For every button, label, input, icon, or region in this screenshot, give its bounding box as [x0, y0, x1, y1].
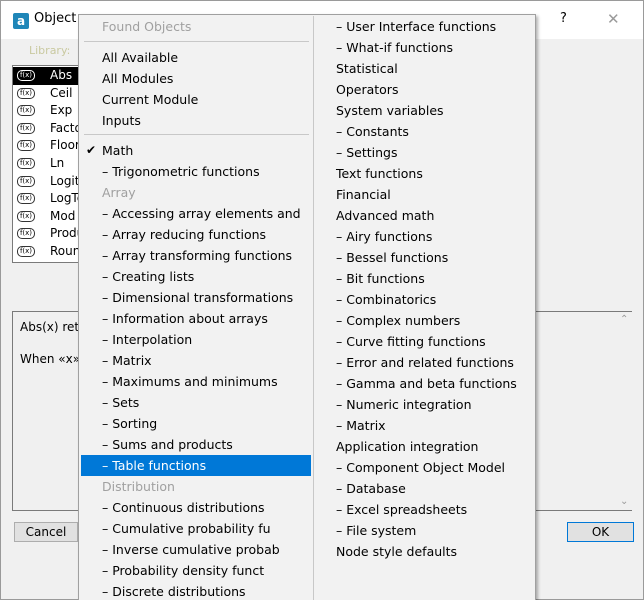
menu-item[interactable]: System variables: [336, 100, 531, 121]
function-name: Ceil: [50, 85, 73, 100]
menu-item[interactable]: – Curve fitting functions: [336, 331, 531, 352]
menu-separator: [84, 41, 309, 42]
function-name: Floor: [50, 138, 80, 153]
menu-item[interactable]: – Gamma and beta functions: [336, 373, 531, 394]
menu-item[interactable]: – Sums and products: [102, 434, 311, 455]
menu-item[interactable]: – Constants: [336, 121, 531, 142]
menu-item[interactable]: – Array transforming functions: [102, 245, 311, 266]
function-list-item[interactable]: f(x) Facto: [13, 120, 82, 138]
menu-column-divider: [313, 16, 314, 600]
menu-item[interactable]: Application integration: [336, 436, 531, 457]
menu-item[interactable]: – Sets: [102, 392, 311, 413]
close-button[interactable]: ✕: [607, 10, 620, 28]
fx-icon: f(x): [17, 246, 35, 257]
menu-item[interactable]: – Discrete distributions: [102, 581, 311, 600]
menu-item[interactable]: – Cumulative probability fu: [102, 518, 311, 539]
menu-item[interactable]: – Accessing array elements and: [102, 203, 311, 224]
menu-item[interactable]: – Table functions: [81, 455, 311, 476]
menu-item[interactable]: Financial: [336, 184, 531, 205]
menu-item[interactable]: – Continuous distributions: [102, 497, 311, 518]
menu-item[interactable]: – Bessel functions: [336, 247, 531, 268]
function-list-item[interactable]: f(x) Ceil: [13, 85, 81, 103]
menu-item[interactable]: – Information about arrays: [102, 308, 311, 329]
menu-item[interactable]: – Array reducing functions: [102, 224, 311, 245]
function-list-item[interactable]: f(x) Abs: [13, 67, 81, 85]
menu-item[interactable]: – Airy functions: [336, 226, 531, 247]
fx-icon: f(x): [17, 122, 35, 134]
function-list-item[interactable]: f(x) Logit: [13, 173, 81, 191]
function-name: Mod: [50, 208, 76, 223]
fx-icon: f(x): [17, 193, 35, 205]
function-list[interactable]: f(x) Abs f(x) Ceil f(x) Exp f(x) Facto f(x) Floor…: [12, 65, 84, 263]
menu-item[interactable]: – Component Object Model: [336, 457, 531, 478]
fx-icon: f(x): [17, 140, 35, 152]
menu-item[interactable]: – Numeric integration: [336, 394, 531, 415]
menu-item[interactable]: – Complex numbers: [336, 310, 531, 331]
menu-item[interactable]: All Modules: [102, 68, 311, 89]
function-name: Roun: [50, 244, 81, 258]
function-name: Ln: [50, 156, 65, 170]
function-list-item[interactable]: f(x) Roun: [13, 243, 81, 261]
checkmark-icon: ✔: [86, 143, 97, 157]
scroll-up-icon[interactable]: ⌃: [620, 314, 628, 325]
menu-item[interactable]: – Matrix: [336, 415, 531, 436]
function-list-item[interactable]: f(x) Exp: [13, 102, 81, 120]
menu-item[interactable]: – Excel spreadsheets: [336, 499, 531, 520]
fx-icon: f(x): [17, 70, 35, 81]
menu-item[interactable]: – Dimensional transformations: [102, 287, 311, 308]
analytica-app-icon: a: [13, 13, 29, 29]
scroll-down-icon[interactable]: ⌄: [620, 496, 628, 507]
fx-icon: f(x): [17, 228, 35, 240]
menu-separator: [84, 134, 309, 135]
menu-item[interactable]: – Bit functions: [336, 268, 531, 289]
menu-header-found-objects: Found Objects: [102, 19, 192, 34]
library-label: Library:: [29, 44, 71, 57]
description-line-1: Abs(x) retu: [20, 320, 87, 334]
menu-group-header: Array: [102, 185, 136, 200]
menu-item[interactable]: – What-if functions: [336, 37, 531, 58]
menu-item[interactable]: Statistical: [336, 58, 531, 79]
help-button[interactable]: ?: [560, 11, 567, 26]
menu-item[interactable]: – Database: [336, 478, 531, 499]
menu-item[interactable]: Math: [102, 140, 311, 161]
function-name: Exp: [50, 103, 73, 118]
function-name: Abs: [50, 68, 73, 82]
function-list-item[interactable]: f(x) Ln: [13, 155, 81, 173]
menu-item[interactable]: – Combinatorics: [336, 289, 531, 310]
function-name: Logit: [50, 173, 80, 188]
function-list-item[interactable]: f(x) Produ: [13, 225, 84, 243]
function-list-item[interactable]: f(x) LogTe: [13, 190, 84, 208]
menu-item[interactable]: All Available: [102, 47, 311, 68]
menu-item[interactable]: – Matrix: [102, 350, 311, 371]
menu-item[interactable]: – Inverse cumulative probab: [102, 539, 311, 560]
menu-item[interactable]: Operators: [336, 79, 531, 100]
menu-item[interactable]: – Creating lists: [102, 266, 311, 287]
fx-icon: f(x): [17, 175, 35, 187]
function-list-item[interactable]: f(x) Floor: [13, 137, 81, 155]
menu-item[interactable]: Inputs: [102, 110, 311, 131]
fx-icon: f(x): [17, 158, 35, 169]
cancel-button[interactable]: Cancel: [14, 522, 78, 542]
menu-item[interactable]: – Maximums and minimums: [102, 371, 311, 392]
menu-item[interactable]: – Sorting: [102, 413, 311, 434]
menu-item[interactable]: – Probability density funct: [102, 560, 311, 581]
fx-icon: f(x): [17, 105, 35, 117]
menu-item[interactable]: Text functions: [336, 163, 531, 184]
ok-button[interactable]: OK: [567, 522, 634, 542]
menu-item[interactable]: – User Interface functions: [336, 16, 531, 37]
menu-item[interactable]: Current Module: [102, 89, 311, 110]
menu-item[interactable]: Advanced math: [336, 205, 531, 226]
fx-icon: f(x): [17, 87, 35, 99]
fx-icon: f(x): [17, 210, 35, 222]
menu-item[interactable]: – File system: [336, 520, 531, 541]
menu-item[interactable]: – Trigonometric functions: [102, 161, 311, 182]
menu-item[interactable]: – Error and related functions: [336, 352, 531, 373]
window-title: Object: [34, 11, 77, 26]
menu-item[interactable]: – Settings: [336, 142, 531, 163]
menu-item[interactable]: Node style defaults: [336, 541, 531, 562]
menu-group-header: Distribution: [102, 479, 175, 494]
menu-item[interactable]: – Interpolation: [102, 329, 311, 350]
function-list-item[interactable]: f(x) Mod: [13, 208, 81, 226]
